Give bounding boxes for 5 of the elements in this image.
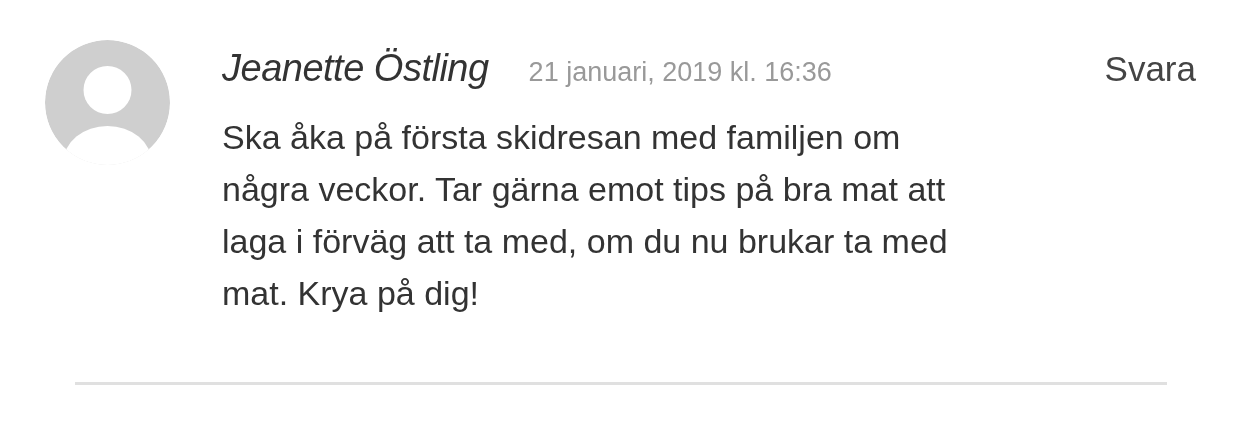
avatar-icon [45,40,170,165]
author-name: Jeanette Östling [222,46,489,91]
comment-date: 21 januari, 2019 kl. 16:36 [528,56,832,89]
comment-text: Ska åka på första skidresan med familjen om några veckor. Tar gärna emot tips på bra mat att laga i förväg att ta med, om du nu brukar ta med mat. Krya på dig! [222,117,949,314]
reply-link[interactable]: Svara [1104,43,1196,96]
